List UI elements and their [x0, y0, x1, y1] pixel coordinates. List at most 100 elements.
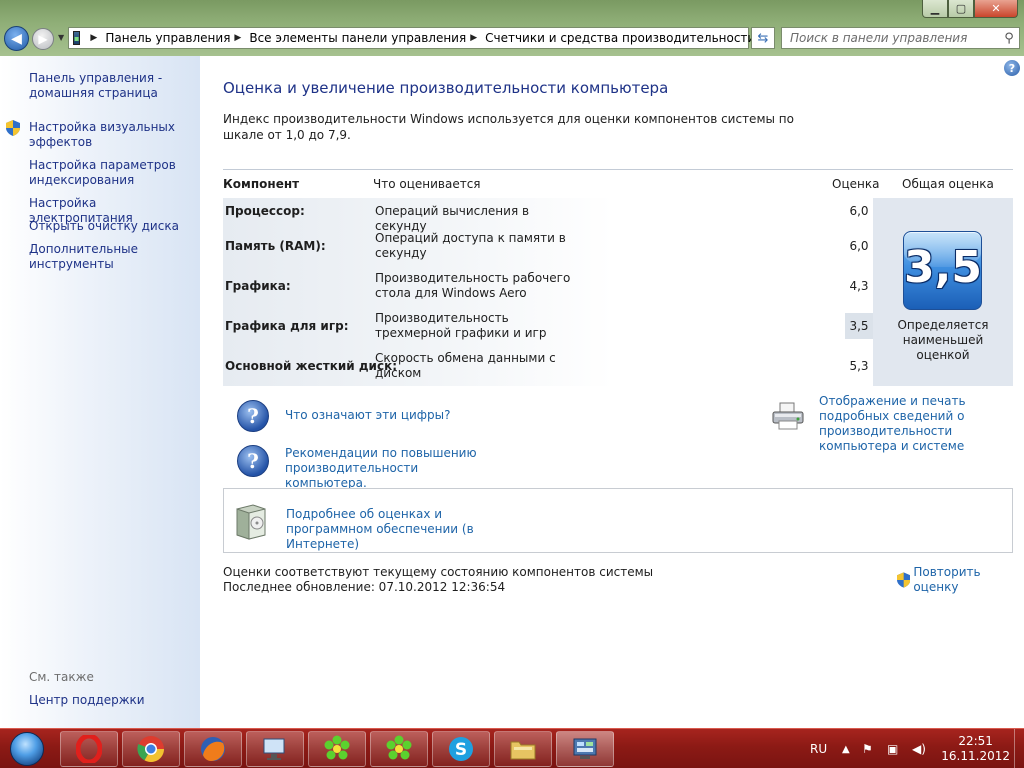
opera-icon: [76, 735, 102, 763]
breadcrumb-all-items[interactable]: Все элементы панели управления: [249, 31, 466, 45]
question-icon: ?: [237, 400, 269, 432]
base-score-caption: Определяется наименьшей оценкой: [897, 318, 989, 362]
window-title-bar: ▁ ▢ ✕ ◀ ▶ ▼ ▪ ▶ Панель управления ▶ Все …: [0, 0, 1024, 56]
network-icon[interactable]: ▣: [887, 729, 898, 768]
header-score: Оценка: [832, 177, 880, 191]
row-component: Основной жесткий диск:: [225, 359, 398, 373]
rerun-assessment-link[interactable]: Повторить оценку: [913, 565, 1024, 595]
what-numbers-link[interactable]: Что означают эти цифры?: [285, 408, 485, 423]
breadcrumb-performance[interactable]: Счетчики и средства производительности: [485, 31, 755, 45]
row-component: Графика для игр:: [225, 319, 349, 333]
base-score-badge: 3,5: [903, 231, 982, 310]
tips-link[interactable]: Рекомендации по повышению производительн…: [285, 446, 490, 491]
window-controls: ▁ ▢ ✕: [922, 0, 1018, 18]
clock[interactable]: 22:51 16.11.2012: [941, 734, 1010, 764]
chevron-right-icon[interactable]: ▶: [470, 33, 477, 43]
sidebar-item-home[interactable]: Панель управления - домашняя страница: [29, 71, 194, 101]
remote-desktop-icon: [263, 738, 285, 760]
minimize-button[interactable]: ▁: [922, 0, 948, 18]
search-icon[interactable]: ⚲: [999, 31, 1019, 46]
taskbar-control-panel[interactable]: [556, 731, 614, 767]
recent-pages-dropdown[interactable]: ▼: [58, 33, 64, 42]
sidebar-item-disk-cleanup[interactable]: Открыть очистку диска: [29, 219, 194, 234]
header-rated: Что оценивается: [373, 177, 481, 191]
taskbar: S RU ▲ ⚑ ▣ ◀) 22:51 16.11.2012: [0, 728, 1024, 768]
chrome-icon: [137, 736, 165, 763]
page-title: Оценка и увеличение производительности к…: [223, 79, 669, 97]
back-button[interactable]: ◀: [4, 26, 29, 51]
control-panel-icon: [573, 738, 597, 759]
row-rated: Скорость обмена данными с диском: [375, 351, 556, 380]
see-also-heading: См. также: [29, 670, 94, 684]
refresh-button[interactable]: ⇆: [751, 27, 775, 49]
close-button[interactable]: ✕: [974, 0, 1018, 18]
help-icon[interactable]: ?: [1004, 60, 1020, 76]
question-icon: ?: [237, 445, 269, 477]
taskbar-opera[interactable]: [60, 731, 118, 767]
maximize-button[interactable]: ▢: [948, 0, 974, 18]
sidebar-item-advanced-tools[interactable]: Дополнительные инструменты: [29, 242, 194, 272]
row-score-lowest: 3,5: [845, 313, 873, 339]
action-center-flag-icon[interactable]: ⚑: [862, 729, 873, 768]
start-button[interactable]: [3, 729, 51, 768]
printer-icon: [772, 402, 804, 430]
forward-button[interactable]: ▶: [32, 28, 54, 50]
taskbar-explorer[interactable]: [494, 731, 552, 767]
clock-time: 22:51: [958, 734, 993, 748]
show-desktop-button[interactable]: [1014, 729, 1024, 768]
control-panel-icon: ▪: [73, 31, 81, 45]
taskbar-icq[interactable]: [308, 731, 366, 767]
folder-icon: [510, 741, 536, 760]
row-score: 6,0: [849, 239, 869, 253]
uac-shield-icon: [897, 572, 911, 588]
show-hidden-icons-button[interactable]: ▲: [842, 729, 850, 768]
row-score: 5,3: [849, 359, 869, 373]
divider: [223, 169, 1013, 170]
base-score-value: 3,5: [904, 242, 982, 293]
intro-text: Индекс производительности Windows исполь…: [223, 112, 794, 142]
clock-date: 16.11.2012: [941, 749, 1010, 763]
header-component: Компонент: [223, 177, 300, 191]
sidebar-item-visual-effects[interactable]: Настройка визуальных эффектов: [29, 120, 194, 150]
svg-text:S: S: [455, 740, 467, 760]
row-component: Процессор:: [225, 204, 305, 218]
taskbar-icq-2[interactable]: [370, 731, 428, 767]
chevron-right-icon[interactable]: ▶: [90, 33, 97, 43]
breadcrumb-control-panel[interactable]: Панель управления: [105, 31, 230, 45]
uac-shield-icon: [6, 120, 20, 136]
taskbar-skype[interactable]: S: [432, 731, 490, 767]
row-rated: Операций доступа к памяти в секунду: [375, 231, 566, 260]
row-component: Графика:: [225, 279, 291, 293]
status-text: Оценки соответствуют текущему состоянию …: [223, 565, 654, 579]
address-bar[interactable]: ▪ ▶ Панель управления ▶ Все элементы пан…: [68, 27, 762, 49]
icq-flower-icon: [386, 735, 412, 760]
main-content: ? Оценка и увеличение производительности…: [200, 56, 1024, 728]
score-table-header: Компонент Что оценивается Оценка Общая о…: [223, 177, 1013, 197]
row-rated: Операций вычисления в секунду: [375, 204, 530, 233]
taskbar-chrome[interactable]: [122, 731, 180, 767]
search-box[interactable]: ⚲: [781, 27, 1020, 49]
row-score: 4,3: [849, 279, 869, 293]
windows-logo-icon: [10, 732, 44, 766]
sidebar-item-indexing[interactable]: Настройка параметров индексирования: [29, 158, 194, 188]
row-rated: Производительность трехмерной графики и …: [375, 311, 547, 340]
print-details-link[interactable]: Отображение и печать подробных сведений …: [819, 394, 1014, 454]
arrow-right-icon: ▶: [38, 32, 48, 46]
taskbar-firefox[interactable]: [184, 731, 242, 767]
row-score: 6,0: [849, 204, 869, 218]
refresh-icon: ⇆: [757, 30, 769, 46]
arrow-left-icon: ◀: [11, 30, 22, 47]
learn-more-link[interactable]: Подробнее об оценках и программном обесп…: [286, 507, 526, 552]
score-table: Процессор: Операций вычисления в секунду…: [223, 198, 1013, 386]
search-input[interactable]: [790, 31, 999, 45]
icq-flower-icon: [324, 735, 350, 760]
chevron-right-icon[interactable]: ▶: [234, 33, 241, 43]
taskbar-remote-desktop[interactable]: [246, 731, 304, 767]
sidebar: Панель управления - домашняя страница На…: [0, 56, 200, 728]
header-base-score: Общая оценка: [902, 177, 994, 191]
action-center-link[interactable]: Центр поддержки: [29, 693, 145, 707]
skype-icon: S: [449, 737, 473, 761]
volume-icon[interactable]: ◀): [912, 729, 926, 768]
rerun-assessment-button[interactable]: Повторить оценку: [897, 565, 1024, 595]
language-indicator[interactable]: RU: [810, 729, 827, 768]
